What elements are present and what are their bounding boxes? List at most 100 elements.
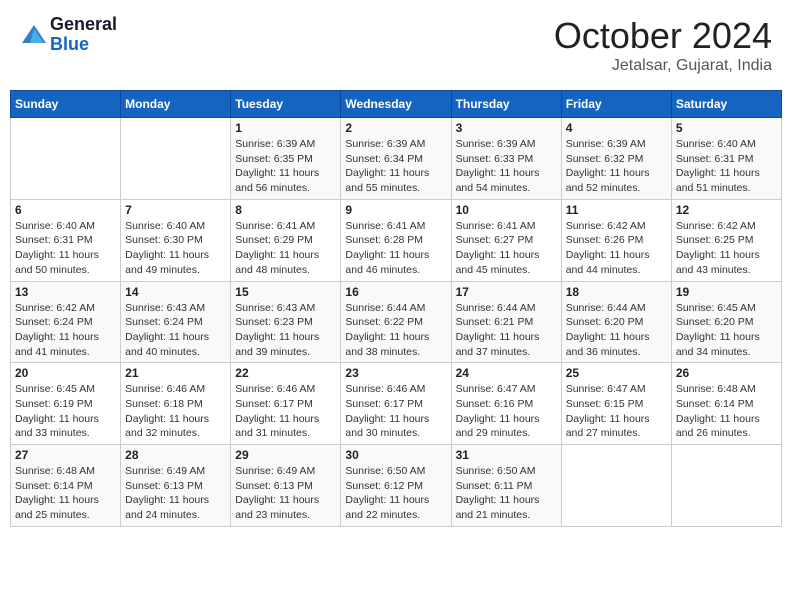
logo-line1: General xyxy=(50,15,117,35)
cell-info: Sunrise: 6:50 AMSunset: 6:11 PMDaylight:… xyxy=(456,464,557,523)
day-header-saturday: Saturday xyxy=(671,91,781,118)
calendar-cell: 15 Sunrise: 6:43 AMSunset: 6:23 PMDayligh… xyxy=(231,281,341,363)
day-number: 19 xyxy=(676,285,777,299)
calendar-cell: 25Sunrise: 6:47 AMSunset: 6:15 PMDayligh… xyxy=(561,363,671,445)
logo-line2: Blue xyxy=(50,35,117,55)
calendar-cell: 12 Sunrise: 6:42 AMSunset: 6:25 PMDayligh… xyxy=(671,199,781,281)
day-number: 3 xyxy=(456,121,557,135)
day-header-wednesday: Wednesday xyxy=(341,91,451,118)
calendar-cell: 23 Sunrise: 6:46 AMSunset: 6:17 PMDayligh… xyxy=(341,363,451,445)
day-number: 16 xyxy=(345,285,446,299)
day-number: 2 xyxy=(345,121,446,135)
calendar-cell: 14 Sunrise: 6:43 AMSunset: 6:24 PMDayligh… xyxy=(121,281,231,363)
calendar-cell: 1Sunrise: 6:39 AMSunset: 6:35 PMDaylight… xyxy=(231,118,341,200)
calendar-table: SundayMondayTuesdayWednesdayThursdayFrid… xyxy=(10,90,782,527)
calendar-cell: 17 Sunrise: 6:44 AMSunset: 6:21 PMDayligh… xyxy=(451,281,561,363)
calendar-cell: 4 Sunrise: 6:39 AMSunset: 6:32 PMDaylight… xyxy=(561,118,671,200)
day-number: 17 xyxy=(456,285,557,299)
cell-info: Sunrise: 6:41 AMSunset: 6:29 PMDaylight:… xyxy=(235,219,336,278)
cell-info: Sunrise: 6:44 AMSunset: 6:21 PMDaylight:… xyxy=(456,301,557,360)
cell-info: Sunrise: 6:46 AMSunset: 6:17 PMDaylight:… xyxy=(345,382,446,441)
day-header-sunday: Sunday xyxy=(11,91,121,118)
cell-info: Sunrise: 6:39 AMSunset: 6:32 PMDaylight:… xyxy=(566,137,667,196)
cell-info: Sunrise: 6:48 AMSunset: 6:14 PMDaylight:… xyxy=(676,382,777,441)
cell-info: Sunrise: 6:46 AMSunset: 6:17 PMDaylight:… xyxy=(235,382,336,441)
day-number: 20 xyxy=(15,366,116,380)
day-number: 12 xyxy=(676,203,777,217)
calendar-cell: 10 Sunrise: 6:41 AMSunset: 6:27 PMDayligh… xyxy=(451,199,561,281)
calendar-cell: 30 Sunrise: 6:50 AMSunset: 6:12 PMDayligh… xyxy=(341,445,451,527)
week-row-5: 27 Sunrise: 6:48 AMSunset: 6:14 PMDayligh… xyxy=(11,445,782,527)
cell-info: Sunrise: 6:45 AMSunset: 6:19 PMDaylight:… xyxy=(15,382,116,441)
cell-info: Sunrise: 6:44 AMSunset: 6:22 PMDaylight:… xyxy=(345,301,446,360)
day-number: 13 xyxy=(15,285,116,299)
day-number: 1 xyxy=(235,121,336,135)
day-header-friday: Friday xyxy=(561,91,671,118)
title-block: October 2024 Jetalsar, Gujarat, India xyxy=(554,15,772,75)
day-number: 22 xyxy=(235,366,336,380)
cell-info: Sunrise: 6:42 AMSunset: 6:25 PMDaylight:… xyxy=(676,219,777,278)
cell-info: Sunrise: 6:47 AMSunset: 6:16 PMDaylight:… xyxy=(456,382,557,441)
calendar-subtitle: Jetalsar, Gujarat, India xyxy=(554,57,772,75)
calendar-cell: 31 Sunrise: 6:50 AMSunset: 6:11 PMDayligh… xyxy=(451,445,561,527)
day-header-monday: Monday xyxy=(121,91,231,118)
cell-info: Sunrise: 6:50 AMSunset: 6:12 PMDaylight:… xyxy=(345,464,446,523)
week-row-4: 20 Sunrise: 6:45 AMSunset: 6:19 PMDayligh… xyxy=(11,363,782,445)
calendar-cell: 11Sunrise: 6:42 AMSunset: 6:26 PMDayligh… xyxy=(561,199,671,281)
calendar-title: October 2024 xyxy=(554,15,772,57)
cell-info: Sunrise: 6:46 AMSunset: 6:18 PMDaylight:… xyxy=(125,382,226,441)
calendar-header-row: SundayMondayTuesdayWednesdayThursdayFrid… xyxy=(11,91,782,118)
cell-info: Sunrise: 6:47 AMSunset: 6:15 PMDaylight:… xyxy=(566,382,667,441)
calendar-cell: 20 Sunrise: 6:45 AMSunset: 6:19 PMDayligh… xyxy=(11,363,121,445)
cell-info: Sunrise: 6:41 AMSunset: 6:27 PMDaylight:… xyxy=(456,219,557,278)
day-header-tuesday: Tuesday xyxy=(231,91,341,118)
cell-info: Sunrise: 6:40 AMSunset: 6:31 PMDaylight:… xyxy=(15,219,116,278)
calendar-cell: 3 Sunrise: 6:39 AMSunset: 6:33 PMDaylight… xyxy=(451,118,561,200)
day-number: 31 xyxy=(456,448,557,462)
logo-icon xyxy=(20,21,48,49)
calendar-cell: 18Sunrise: 6:44 AMSunset: 6:20 PMDayligh… xyxy=(561,281,671,363)
cell-info: Sunrise: 6:43 AMSunset: 6:23 PMDaylight:… xyxy=(235,301,336,360)
calendar-cell xyxy=(121,118,231,200)
calendar-cell xyxy=(11,118,121,200)
day-number: 5 xyxy=(676,121,777,135)
cell-info: Sunrise: 6:39 AMSunset: 6:33 PMDaylight:… xyxy=(456,137,557,196)
day-number: 23 xyxy=(345,366,446,380)
week-row-2: 6 Sunrise: 6:40 AMSunset: 6:31 PMDaylight… xyxy=(11,199,782,281)
day-number: 6 xyxy=(15,203,116,217)
calendar-cell: 2 Sunrise: 6:39 AMSunset: 6:34 PMDaylight… xyxy=(341,118,451,200)
day-number: 28 xyxy=(125,448,226,462)
cell-info: Sunrise: 6:48 AMSunset: 6:14 PMDaylight:… xyxy=(15,464,116,523)
calendar-cell: 19 Sunrise: 6:45 AMSunset: 6:20 PMDayligh… xyxy=(671,281,781,363)
cell-info: Sunrise: 6:39 AMSunset: 6:34 PMDaylight:… xyxy=(345,137,446,196)
day-number: 10 xyxy=(456,203,557,217)
day-number: 14 xyxy=(125,285,226,299)
day-number: 8 xyxy=(235,203,336,217)
day-number: 29 xyxy=(235,448,336,462)
cell-info: Sunrise: 6:49 AMSunset: 6:13 PMDaylight:… xyxy=(125,464,226,523)
calendar-cell: 6 Sunrise: 6:40 AMSunset: 6:31 PMDaylight… xyxy=(11,199,121,281)
cell-info: Sunrise: 6:45 AMSunset: 6:20 PMDaylight:… xyxy=(676,301,777,360)
page-header: General Blue October 2024 Jetalsar, Guja… xyxy=(10,10,782,80)
calendar-cell: 5Sunrise: 6:40 AMSunset: 6:31 PMDaylight… xyxy=(671,118,781,200)
calendar-cell: 21 Sunrise: 6:46 AMSunset: 6:18 PMDayligh… xyxy=(121,363,231,445)
calendar-cell xyxy=(671,445,781,527)
day-number: 27 xyxy=(15,448,116,462)
calendar-cell: 13Sunrise: 6:42 AMSunset: 6:24 PMDayligh… xyxy=(11,281,121,363)
calendar-cell: 22 Sunrise: 6:46 AMSunset: 6:17 PMDayligh… xyxy=(231,363,341,445)
day-number: 7 xyxy=(125,203,226,217)
day-number: 30 xyxy=(345,448,446,462)
day-number: 15 xyxy=(235,285,336,299)
logo: General Blue xyxy=(20,15,117,55)
day-number: 21 xyxy=(125,366,226,380)
cell-info: Sunrise: 6:43 AMSunset: 6:24 PMDaylight:… xyxy=(125,301,226,360)
calendar-cell: 26 Sunrise: 6:48 AMSunset: 6:14 PMDayligh… xyxy=(671,363,781,445)
day-number: 26 xyxy=(676,366,777,380)
calendar-cell: 24Sunrise: 6:47 AMSunset: 6:16 PMDayligh… xyxy=(451,363,561,445)
cell-info: Sunrise: 6:40 AMSunset: 6:30 PMDaylight:… xyxy=(125,219,226,278)
week-row-3: 13Sunrise: 6:42 AMSunset: 6:24 PMDayligh… xyxy=(11,281,782,363)
day-number: 4 xyxy=(566,121,667,135)
day-header-thursday: Thursday xyxy=(451,91,561,118)
day-number: 9 xyxy=(345,203,446,217)
calendar-cell: 8 Sunrise: 6:41 AMSunset: 6:29 PMDaylight… xyxy=(231,199,341,281)
